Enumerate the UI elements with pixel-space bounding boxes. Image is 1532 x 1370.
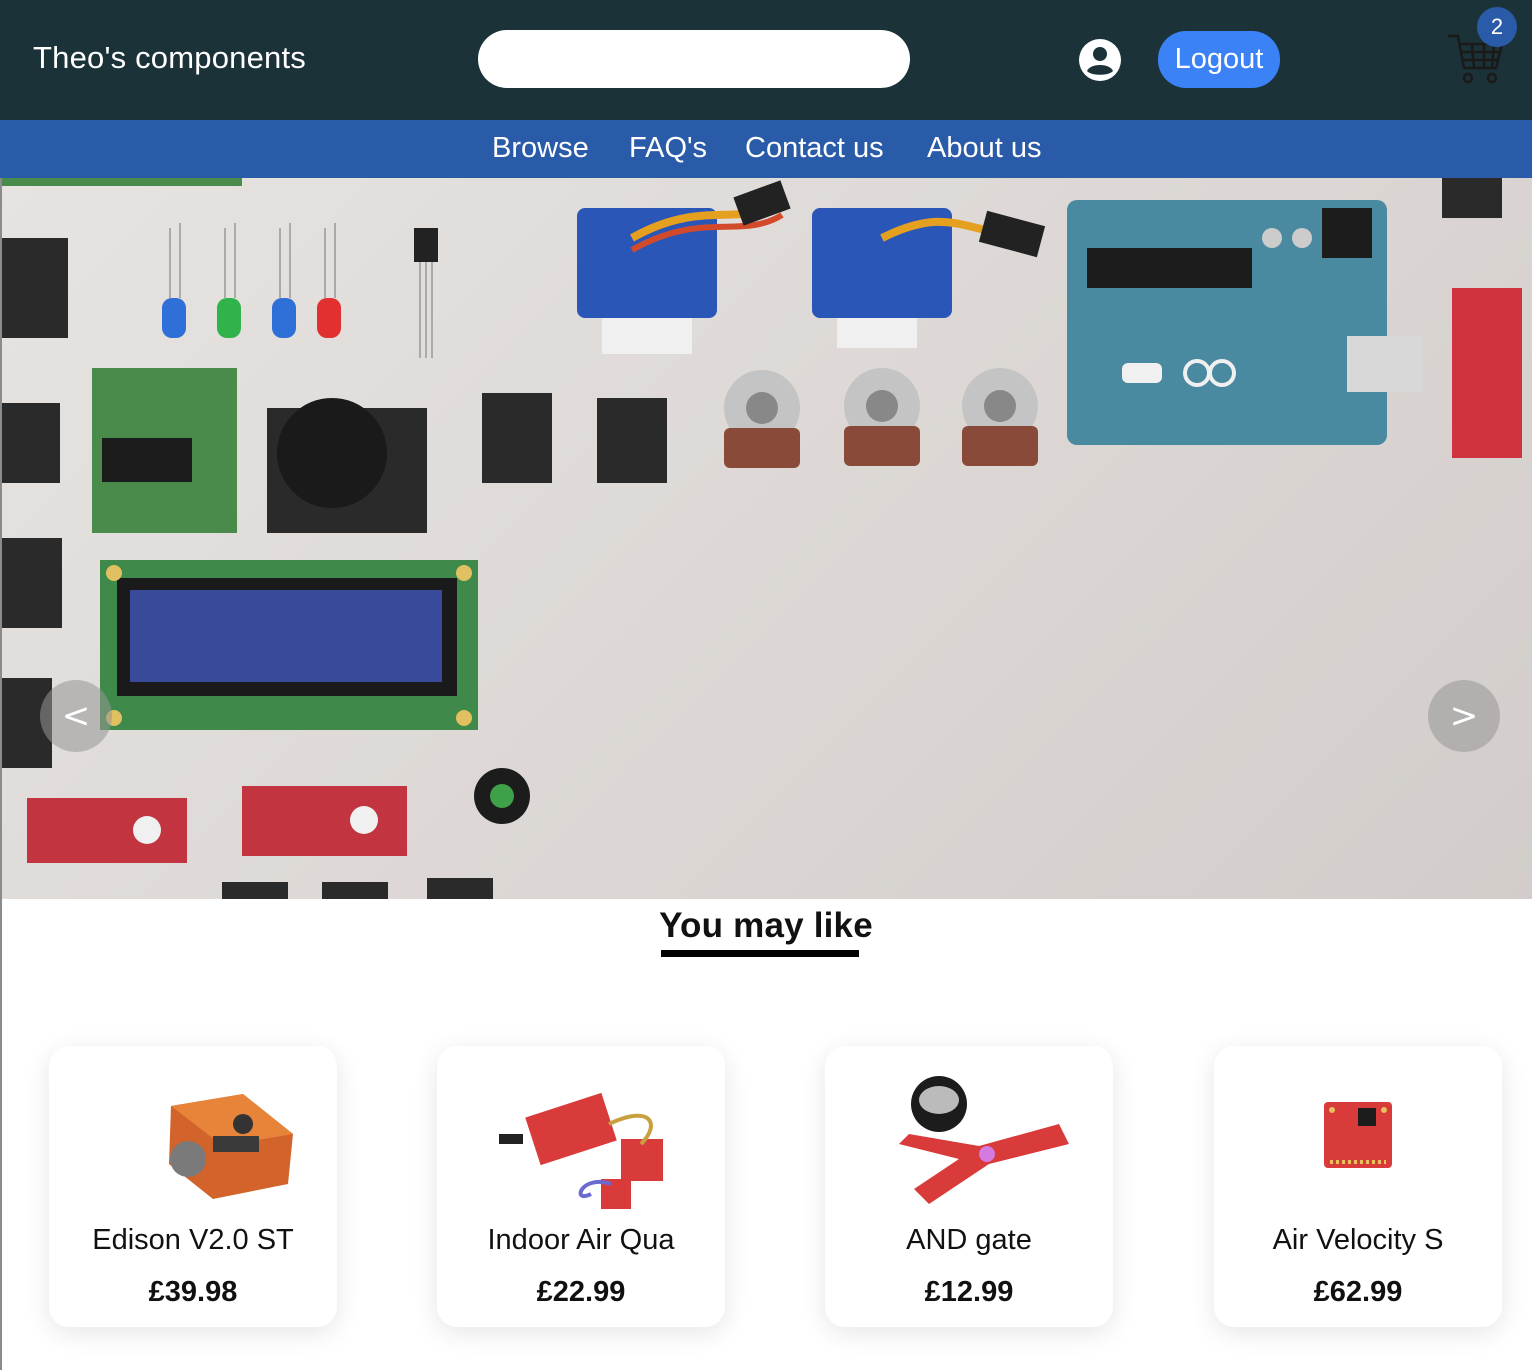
lcd-module [100,560,478,730]
cart-count-badge: 2 [1477,7,1517,47]
main-nav: Browse FAQ's Contact us About us [0,120,1532,178]
page-left-border [0,178,2,1370]
brand-title[interactable]: Theo's components [33,40,306,76]
product-image [1324,1102,1392,1168]
product-card[interactable]: AND gate £12.99 [825,1046,1113,1327]
logout-button[interactable]: Logout [1158,31,1280,88]
product-price: £22.99 [536,1276,626,1308]
search-input[interactable] [478,30,910,88]
user-circle-icon[interactable] [1078,38,1122,82]
arduino-board [1067,200,1422,445]
title-underline [661,950,859,957]
nav-about-us[interactable]: About us [927,132,1041,165]
product-name: Air Velocity S [1272,1224,1444,1256]
section-title: You may like [659,906,873,945]
product-price: £62.99 [1313,1276,1403,1308]
product-name: Indoor Air Qua [487,1224,675,1256]
servo-group [577,180,1046,354]
product-card[interactable]: Air Velocity S £62.99 [1214,1046,1502,1327]
hero-image [2,178,1522,899]
product-image [169,1094,293,1199]
nav-contact-us[interactable]: Contact us [745,132,884,165]
hero-carousel: < > [2,178,1532,899]
product-price: £39.98 [148,1276,238,1308]
sensor-boards [27,768,530,899]
product-image [499,1092,663,1209]
potentiometers [724,368,1038,468]
product-card[interactable]: Indoor Air Qua £22.99 [437,1046,725,1327]
product-card[interactable]: Edison V2.0 ST £39.98 [49,1046,337,1327]
product-image [899,1076,1069,1204]
site-header: Theo's components Logout 2 [0,0,1532,120]
product-price: £12.99 [924,1276,1014,1308]
product-name: Edison V2.0 ST [92,1224,294,1256]
product-name: AND gate [906,1224,1032,1256]
nav-browse[interactable]: Browse [492,132,589,165]
carousel-prev-button[interactable]: < [40,680,112,752]
nav-faqs[interactable]: FAQ's [629,132,707,165]
carousel-next-button[interactable]: > [1428,680,1500,752]
led-group [162,223,438,358]
